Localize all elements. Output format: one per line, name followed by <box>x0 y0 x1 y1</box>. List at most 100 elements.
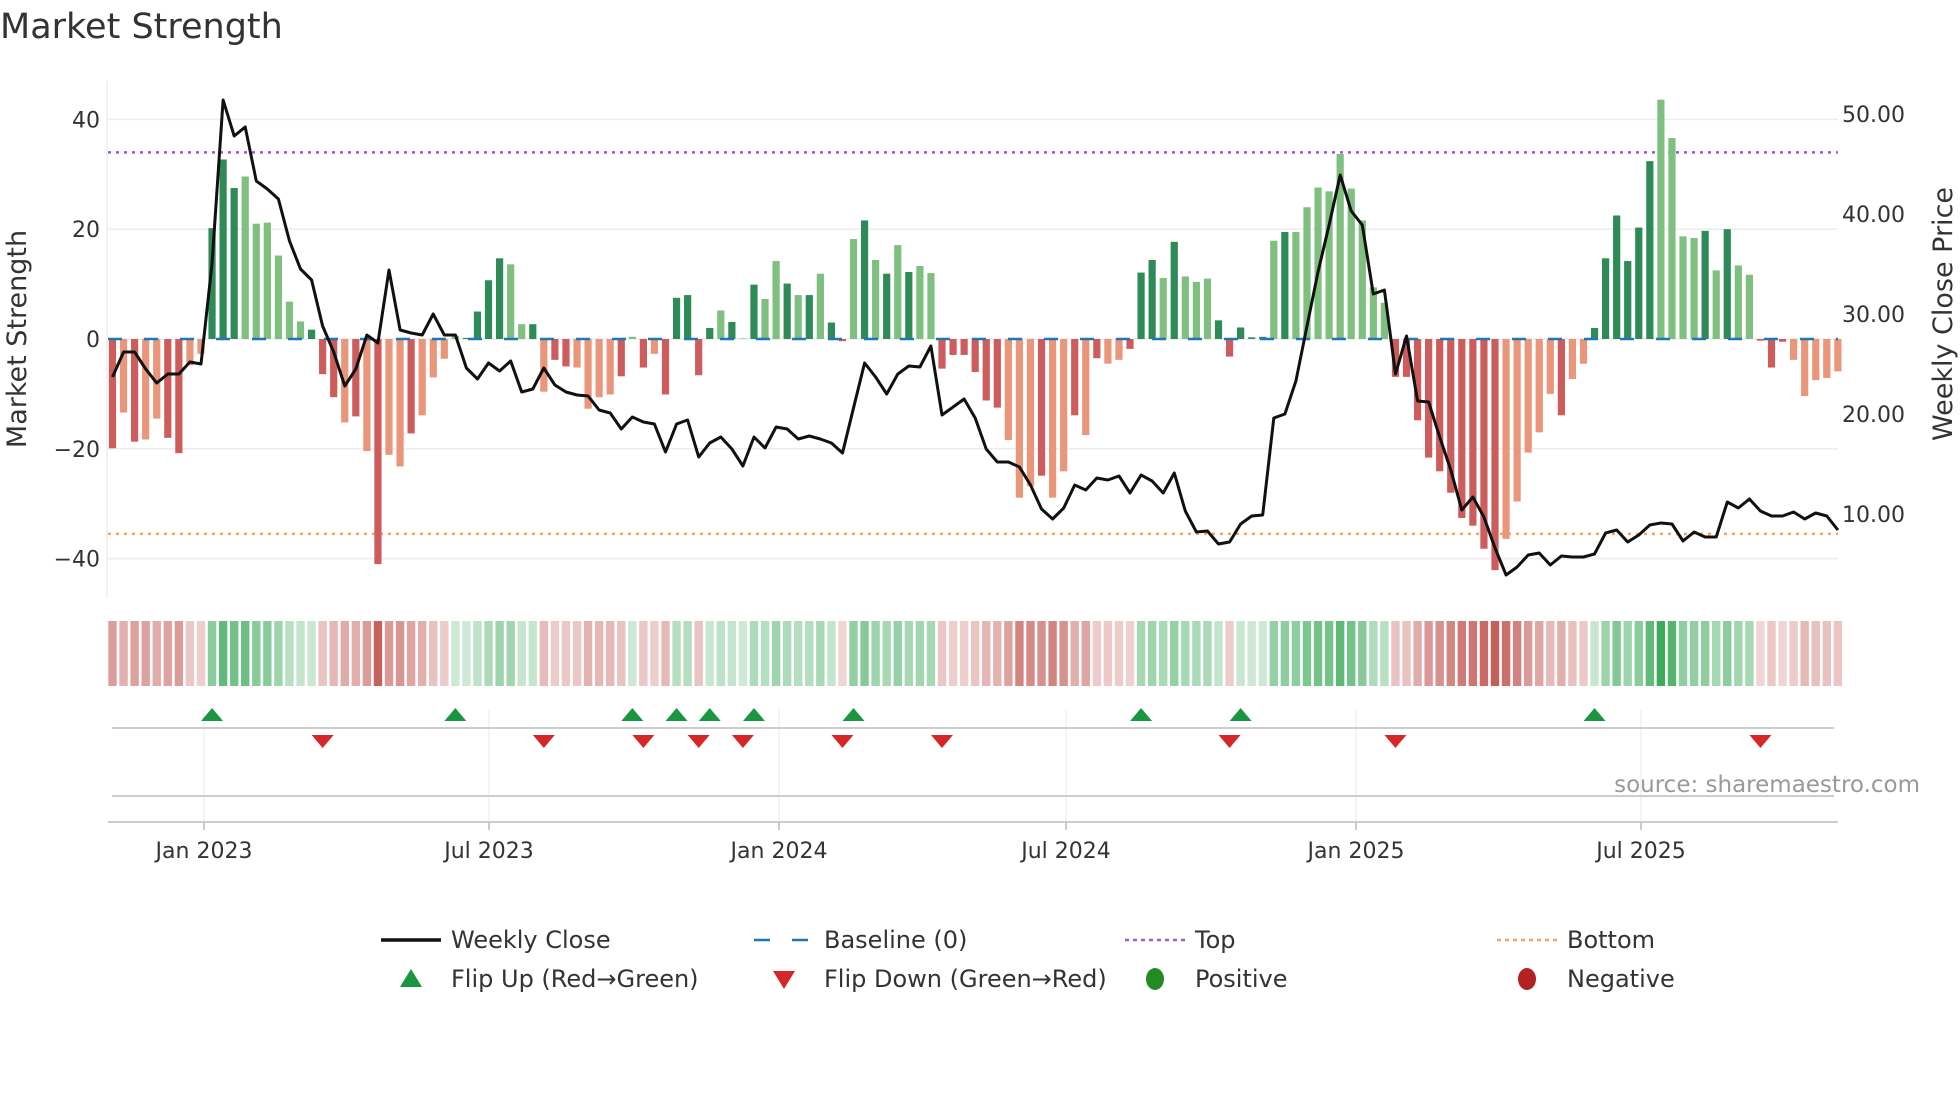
strength-bar <box>1137 272 1145 339</box>
heat-cell <box>1335 621 1345 686</box>
flip-up-marker <box>444 708 467 721</box>
heat-cell <box>959 621 969 686</box>
strength-bar <box>639 339 647 368</box>
legend-circle-icon <box>1146 968 1164 990</box>
heat-cell <box>1313 621 1323 686</box>
heat-cell <box>451 621 460 686</box>
strength-bar <box>1425 339 1433 458</box>
heat-cell <box>915 621 925 686</box>
heat-cell <box>163 621 172 686</box>
heat-cell <box>1424 621 1433 686</box>
strength-bar <box>175 339 183 454</box>
heat-cell <box>1114 621 1124 686</box>
heat-cell <box>141 621 150 686</box>
heat-cell <box>1822 621 1831 686</box>
flip-up-marker <box>1229 708 1252 721</box>
heat-cell <box>462 621 471 686</box>
heat-cell <box>340 621 349 686</box>
strength-bar <box>1049 339 1057 498</box>
heat-cell <box>1778 621 1787 686</box>
strength-bar <box>772 261 780 339</box>
heat-cell <box>561 621 571 686</box>
strength-bar <box>1579 339 1588 364</box>
heat-cell <box>716 621 725 686</box>
strength-bar <box>706 328 714 339</box>
strength-bar <box>396 339 404 467</box>
strength-bar <box>1071 339 1079 416</box>
strength-bar <box>1292 231 1300 339</box>
x-axis: Jan 2023 Jul 2023 Jan 2024 Jul 2024 Jan 2025… <box>108 821 1838 864</box>
heat-cell <box>307 621 316 686</box>
heat-cell <box>274 621 283 686</box>
heat-cell <box>1402 621 1411 686</box>
heat-cell <box>1136 621 1146 686</box>
strength-bar <box>230 188 238 339</box>
heat-cell <box>1147 621 1157 686</box>
flip-down-marker <box>931 735 953 748</box>
heat-cell <box>506 621 515 686</box>
strength-bar <box>1126 339 1134 349</box>
heat-cell <box>1811 621 1820 686</box>
heat-cell <box>1369 621 1378 686</box>
strength-bar <box>1192 281 1200 339</box>
heat-cell <box>1634 621 1643 686</box>
heat-cell <box>1689 621 1699 686</box>
heat-cell <box>926 621 936 686</box>
x-tick-label: Jul 2024 <box>1019 839 1111 864</box>
strength-bar <box>1524 339 1532 453</box>
strength-bar <box>1734 265 1742 339</box>
heat-cell <box>1159 621 1168 686</box>
strength-bar <box>905 272 913 339</box>
heat-cell <box>229 621 239 686</box>
strength-bar <box>827 322 835 339</box>
heat-cell <box>196 621 206 686</box>
weekly-close-series <box>111 98 1840 577</box>
heat-cell <box>1612 621 1621 686</box>
legend-label: Weekly Close <box>451 926 611 954</box>
strength-bar <box>1690 237 1698 339</box>
heat-cell <box>970 621 980 686</box>
heat-cell <box>1347 621 1356 686</box>
strength-bar <box>1037 339 1046 476</box>
heat-cell <box>252 621 261 686</box>
heat-cell <box>329 621 338 686</box>
strength-bar <box>816 273 824 339</box>
x-tick-label: Jul 2023 <box>442 839 534 864</box>
strength-bar <box>164 339 172 438</box>
strength-bar <box>684 295 692 339</box>
heat-cell <box>1203 621 1212 686</box>
strength-bar <box>750 284 758 339</box>
heat-cell <box>185 621 195 686</box>
heat-cell <box>406 621 416 686</box>
heat-cell <box>395 621 405 686</box>
strength-bar <box>285 301 294 339</box>
strength-bar <box>1834 339 1842 372</box>
strength-bar <box>418 339 426 416</box>
strength-bar <box>363 339 371 451</box>
y-tick-label: 40 <box>72 108 100 133</box>
flip-down-marker <box>311 735 334 748</box>
strength-bar <box>1679 236 1687 339</box>
strength-bar <box>1823 339 1831 378</box>
strength-bar <box>440 339 448 359</box>
strength-bar <box>916 265 924 339</box>
heat-cell <box>1789 621 1798 686</box>
strength-bar <box>860 220 869 339</box>
heat-cell <box>738 621 748 686</box>
legend-label: Negative <box>1567 965 1675 993</box>
heat-cell <box>429 621 438 686</box>
heat-cell <box>1324 621 1334 686</box>
heat-cell <box>1037 621 1046 686</box>
x-tick-label: Jan 2024 <box>729 839 828 864</box>
strength-bar <box>562 339 570 367</box>
heat-cell <box>440 621 449 686</box>
strength-bar <box>1436 339 1444 472</box>
right-axis-ticks: 50.00 40.00 30.00 20.00 10.00 <box>1842 103 1905 528</box>
strength-bar <box>938 339 946 369</box>
chart-title: Market Strength <box>0 7 283 47</box>
strength-bar <box>805 295 813 339</box>
heat-cell <box>218 621 228 686</box>
y2-tick-label: 30.00 <box>1842 303 1905 328</box>
strength-bar <box>407 339 415 434</box>
heat-cell <box>1302 621 1312 686</box>
